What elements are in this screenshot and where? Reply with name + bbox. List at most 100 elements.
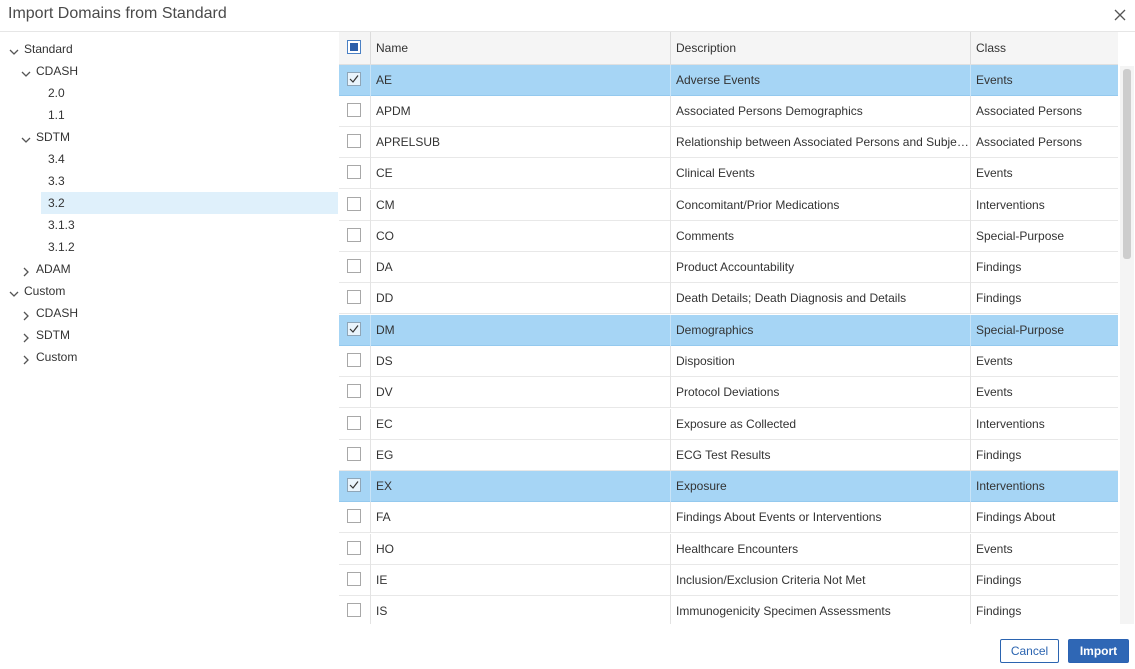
chevron-down-icon[interactable] xyxy=(8,285,20,297)
chevron-down-icon[interactable] xyxy=(8,43,20,55)
cell-description: Findings About Events or Interventions xyxy=(676,510,882,524)
grid-scrollbar[interactable] xyxy=(1120,66,1134,624)
table-row[interactable]: AE Adverse Events Events xyxy=(339,65,1118,96)
grid-header: Name Description Class xyxy=(339,32,1118,65)
row-checkbox[interactable] xyxy=(347,228,361,242)
row-checkbox[interactable] xyxy=(347,259,361,273)
tree-node-label: Custom xyxy=(24,284,66,298)
table-row[interactable]: CE Clinical Events Events xyxy=(339,158,1118,189)
tree-node[interactable]: CDASH xyxy=(0,60,338,82)
row-checkbox[interactable] xyxy=(347,72,361,86)
chevron-right-icon[interactable] xyxy=(20,263,32,277)
row-checkbox[interactable] xyxy=(347,603,361,617)
cell-class: Findings xyxy=(976,260,1022,274)
chevron-right-icon[interactable] xyxy=(20,307,32,321)
cell-description: Exposure as Collected xyxy=(676,417,797,431)
close-icon[interactable] xyxy=(1111,6,1129,24)
cell-class: Findings xyxy=(976,448,1022,462)
table-row[interactable]: DM Demographics Special-Purpose xyxy=(339,315,1118,346)
row-checkbox[interactable] xyxy=(347,572,361,586)
row-checkbox[interactable] xyxy=(347,165,361,179)
tree-node-label: ADAM xyxy=(36,262,71,276)
cell-class: Findings About xyxy=(976,510,1056,524)
tree-node[interactable]: 3.2 xyxy=(0,192,338,214)
row-checkbox[interactable] xyxy=(347,197,361,211)
cancel-button[interactable]: Cancel xyxy=(1000,639,1059,663)
row-checkbox[interactable] xyxy=(347,541,361,555)
cell-class: Special-Purpose xyxy=(976,323,1065,337)
tree-node-label: 3.3 xyxy=(48,174,65,188)
tree-node-label: 3.1.3 xyxy=(48,218,75,232)
tree-node[interactable]: 3.1.3 xyxy=(0,214,338,236)
tree-node[interactable]: Custom xyxy=(0,346,338,368)
tree-node[interactable]: 3.3 xyxy=(0,170,338,192)
tree-node-label: 3.2 xyxy=(48,196,65,210)
cell-description: Exposure xyxy=(676,479,727,493)
tree-node-label: 2.0 xyxy=(48,86,65,100)
table-row[interactable]: APRELSUB Relationship between Associated … xyxy=(339,127,1118,158)
table-row[interactable]: EX Exposure Interventions xyxy=(339,471,1118,502)
standards-tree: Standard CDASH 2.0 1.1 SDTM 3.4 3.3 3.2 3.1.3 3.1… xyxy=(0,38,338,378)
column-header-description[interactable]: Description xyxy=(671,32,970,64)
select-all-checkbox[interactable] xyxy=(347,40,361,54)
cell-name: APRELSUB xyxy=(376,135,441,149)
chevron-down-icon[interactable] xyxy=(20,131,32,143)
tree-node-label: CDASH xyxy=(36,306,79,320)
row-checkbox[interactable] xyxy=(347,290,361,304)
table-row[interactable]: CM Concomitant/Prior Medications Intervent… xyxy=(339,190,1118,221)
table-row[interactable]: IS Immunogenicity Specimen Assessments Fin… xyxy=(339,596,1118,624)
table-row[interactable]: FA Findings About Events or Interventions… xyxy=(339,502,1118,533)
table-row[interactable]: APDM Associated Persons Demographics Assoc… xyxy=(339,96,1118,127)
tree-node[interactable]: CDASH xyxy=(0,302,338,324)
cell-name: FA xyxy=(376,510,391,524)
cell-name: CE xyxy=(376,166,393,180)
row-checkbox[interactable] xyxy=(347,322,361,336)
cell-class: Findings xyxy=(976,573,1022,587)
chevron-right-icon[interactable] xyxy=(20,351,32,365)
table-row[interactable]: DS Disposition Events xyxy=(339,346,1118,377)
table-row[interactable]: DV Protocol Deviations Events xyxy=(339,377,1118,408)
column-header-class[interactable]: Class xyxy=(971,32,1118,64)
cell-class: Associated Persons xyxy=(976,135,1083,149)
table-row[interactable]: IE Inclusion/Exclusion Criteria Not Met Fi… xyxy=(339,565,1118,596)
scrollbar-thumb[interactable] xyxy=(1123,69,1131,259)
tree-node[interactable]: 3.4 xyxy=(0,148,338,170)
tree-node-label: 3.4 xyxy=(48,152,65,166)
row-checkbox[interactable] xyxy=(347,384,361,398)
cell-description: Death Details; Death Diagnosis and Detai… xyxy=(676,291,907,305)
tree-node[interactable]: 1.1 xyxy=(0,104,338,126)
cell-name: IE xyxy=(376,573,388,587)
table-row[interactable]: EC Exposure as Collected Interventions xyxy=(339,409,1118,440)
table-row[interactable]: CO Comments Special-Purpose xyxy=(339,221,1118,252)
row-checkbox[interactable] xyxy=(347,416,361,430)
tree-node[interactable]: SDTM xyxy=(0,324,338,346)
tree-node[interactable]: Custom xyxy=(0,280,338,302)
cell-class: Findings xyxy=(976,604,1022,618)
cell-description: Relationship between Associated Persons … xyxy=(676,135,970,149)
row-checkbox[interactable] xyxy=(347,103,361,117)
row-checkbox[interactable] xyxy=(347,447,361,461)
row-checkbox[interactable] xyxy=(347,478,361,492)
table-row[interactable]: DD Death Details; Death Diagnosis and Det… xyxy=(339,283,1118,314)
column-header-name[interactable]: Name xyxy=(371,32,670,64)
row-checkbox[interactable] xyxy=(347,353,361,367)
row-checkbox[interactable] xyxy=(347,509,361,523)
cell-name: EC xyxy=(376,417,393,431)
cell-description: Disposition xyxy=(676,354,735,368)
table-row[interactable]: DA Product Accountability Findings xyxy=(339,252,1118,283)
cell-name: DA xyxy=(376,260,393,274)
cell-class: Events xyxy=(976,354,1013,368)
chevron-right-icon[interactable] xyxy=(20,329,32,343)
tree-node[interactable]: SDTM xyxy=(0,126,338,148)
import-button[interactable]: Import xyxy=(1068,639,1129,663)
cell-name: DV xyxy=(376,385,393,399)
table-row[interactable]: HO Healthcare Encounters Events xyxy=(339,534,1118,565)
row-checkbox[interactable] xyxy=(347,134,361,148)
chevron-down-icon[interactable] xyxy=(20,65,32,77)
tree-node[interactable]: ADAM xyxy=(0,258,338,280)
cell-class: Events xyxy=(976,166,1013,180)
tree-node[interactable]: Standard xyxy=(0,38,338,60)
table-row[interactable]: EG ECG Test Results Findings xyxy=(339,440,1118,471)
tree-node[interactable]: 2.0 xyxy=(0,82,338,104)
tree-node[interactable]: 3.1.2 xyxy=(0,236,338,258)
